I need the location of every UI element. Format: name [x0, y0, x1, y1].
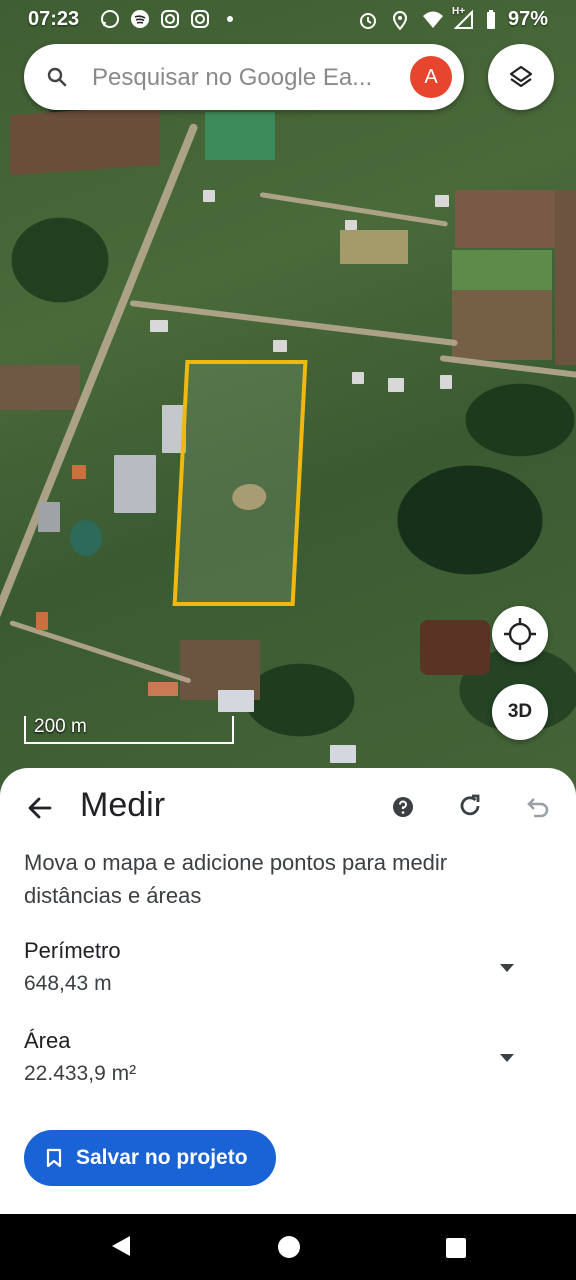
map-scale-label: 200 m — [34, 716, 87, 737]
toggle-3d-button[interactable]: 3D — [492, 684, 548, 740]
instagram-icon — [190, 9, 210, 29]
location-icon — [390, 10, 410, 31]
search-bar[interactable]: A — [24, 44, 464, 110]
building — [38, 502, 60, 532]
building — [150, 320, 168, 332]
my-location-button[interactable] — [492, 606, 548, 662]
area-label: Área — [24, 1028, 71, 1053]
satellite-map[interactable]: 200 m — [0, 0, 576, 800]
save-to-project-label: Salvar no projeto — [76, 1146, 248, 1169]
perimeter-unit-dropdown-icon[interactable] — [500, 964, 514, 972]
building — [345, 220, 357, 230]
search-input[interactable] — [90, 58, 394, 98]
back-arrow-icon[interactable] — [24, 792, 56, 824]
save-to-project-button[interactable]: Salvar no projeto — [24, 1130, 276, 1186]
search-icon[interactable] — [46, 66, 68, 93]
status-time: 07:23 — [28, 8, 80, 30]
area-unit-dropdown-icon[interactable] — [500, 1054, 514, 1062]
nav-home-icon[interactable] — [278, 1236, 300, 1258]
status-bar: 07:23 H+ 97% — [0, 0, 576, 40]
dot-icon — [220, 9, 240, 29]
spotify-icon — [130, 9, 150, 29]
parcel-patch — [231, 484, 267, 510]
help-icon[interactable] — [392, 796, 414, 818]
building — [388, 378, 404, 392]
system-icons: H+ 97% — [358, 6, 548, 31]
map-field — [205, 112, 275, 160]
map-field — [455, 190, 555, 248]
measure-sheet: Medir Mova o mapa e adicione pontos para… — [0, 768, 576, 1214]
page-title: Medir — [80, 786, 166, 824]
building — [72, 465, 86, 479]
signal-icon: H+ — [452, 6, 474, 30]
map-field — [10, 104, 160, 176]
building — [203, 190, 215, 202]
map-field — [452, 290, 552, 360]
account-avatar[interactable]: A — [410, 56, 452, 98]
map-field — [340, 230, 408, 264]
pond — [70, 520, 102, 556]
measure-instructions: Mova o mapa e adicione pontos para medir… — [24, 850, 448, 908]
perimeter-value: 648,43 m — [24, 972, 112, 995]
map-scale-bar: 200 m — [24, 716, 234, 744]
map-field — [420, 620, 490, 675]
building — [435, 195, 449, 207]
map-field — [0, 365, 80, 410]
building — [352, 372, 364, 384]
building — [36, 612, 48, 630]
building — [273, 340, 287, 352]
whatsapp-icon — [100, 9, 120, 29]
instagram-icon — [160, 9, 180, 29]
building — [114, 455, 156, 513]
refresh-icon[interactable] — [456, 792, 484, 820]
measured-area-outline — [172, 360, 308, 606]
building — [330, 745, 356, 763]
nav-recents-icon[interactable] — [446, 1238, 466, 1258]
notification-icons — [100, 9, 240, 29]
wifi-icon — [422, 10, 443, 30]
layers-button[interactable] — [488, 44, 554, 110]
building — [440, 375, 452, 389]
battery-icon — [486, 9, 496, 30]
map-road — [129, 300, 458, 347]
system-navigation-bar — [0, 1214, 576, 1280]
battery-percent: 97% — [507, 8, 548, 30]
perimeter-label: Perímetro — [24, 938, 121, 963]
building — [148, 682, 178, 696]
building — [218, 690, 254, 712]
bookmark-icon — [46, 1148, 62, 1174]
alarm-icon — [358, 10, 378, 30]
network-type-label: H+ — [451, 5, 466, 17]
area-value: 22.433,9 m² — [24, 1062, 137, 1085]
map-field — [452, 250, 552, 290]
nav-back-icon[interactable] — [110, 1234, 132, 1263]
crosshair-icon — [492, 618, 548, 666]
undo-icon[interactable] — [524, 794, 552, 822]
map-field — [555, 190, 576, 365]
